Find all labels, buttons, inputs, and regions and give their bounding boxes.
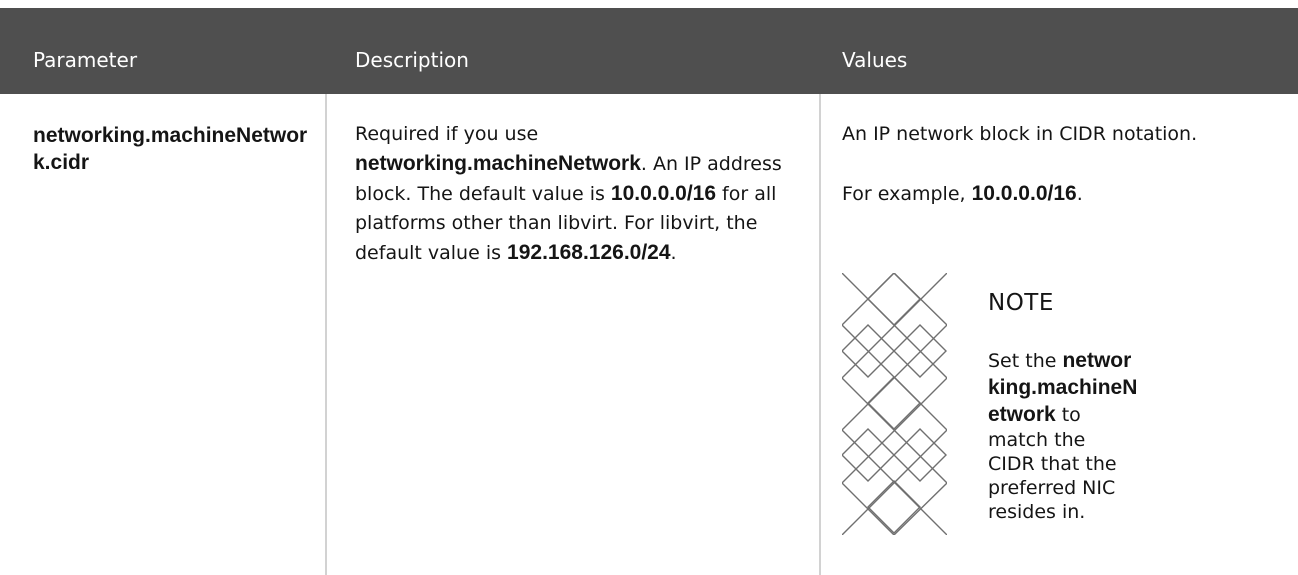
column-divider — [325, 94, 327, 575]
table-header: Parameter Description Values — [0, 8, 1298, 94]
libvirt-default-value: 192.168.126.0/24 — [507, 241, 671, 264]
parameter-cell: networking.machineNetwork.cidr — [33, 124, 308, 174]
parameters-table: Parameter Description Values networking.… — [0, 8, 1298, 575]
values-cell: An IP network block in CIDR notation. Fo… — [842, 120, 1282, 239]
values-example: For example, 10.0.0.0/16. — [842, 182, 1083, 205]
header-values: Values — [842, 48, 908, 72]
header-description: Description — [355, 48, 469, 72]
column-divider — [819, 94, 821, 575]
param-ref: networking.machineNetwork — [355, 152, 641, 175]
header-parameter: Parameter — [33, 48, 138, 72]
values-text: An IP network block in CIDR notation. — [842, 123, 1198, 145]
note-admonition: NOTE Set the networking.machineNetwork t… — [842, 273, 1282, 541]
note-icon — [842, 273, 947, 535]
note-title: NOTE — [988, 290, 1054, 316]
description-cell: Required if you use networking.machineNe… — [355, 123, 782, 264]
note-body: Set the networking.machineNetwork to mat… — [988, 349, 1138, 523]
default-value: 10.0.0.0/16 — [610, 182, 717, 205]
